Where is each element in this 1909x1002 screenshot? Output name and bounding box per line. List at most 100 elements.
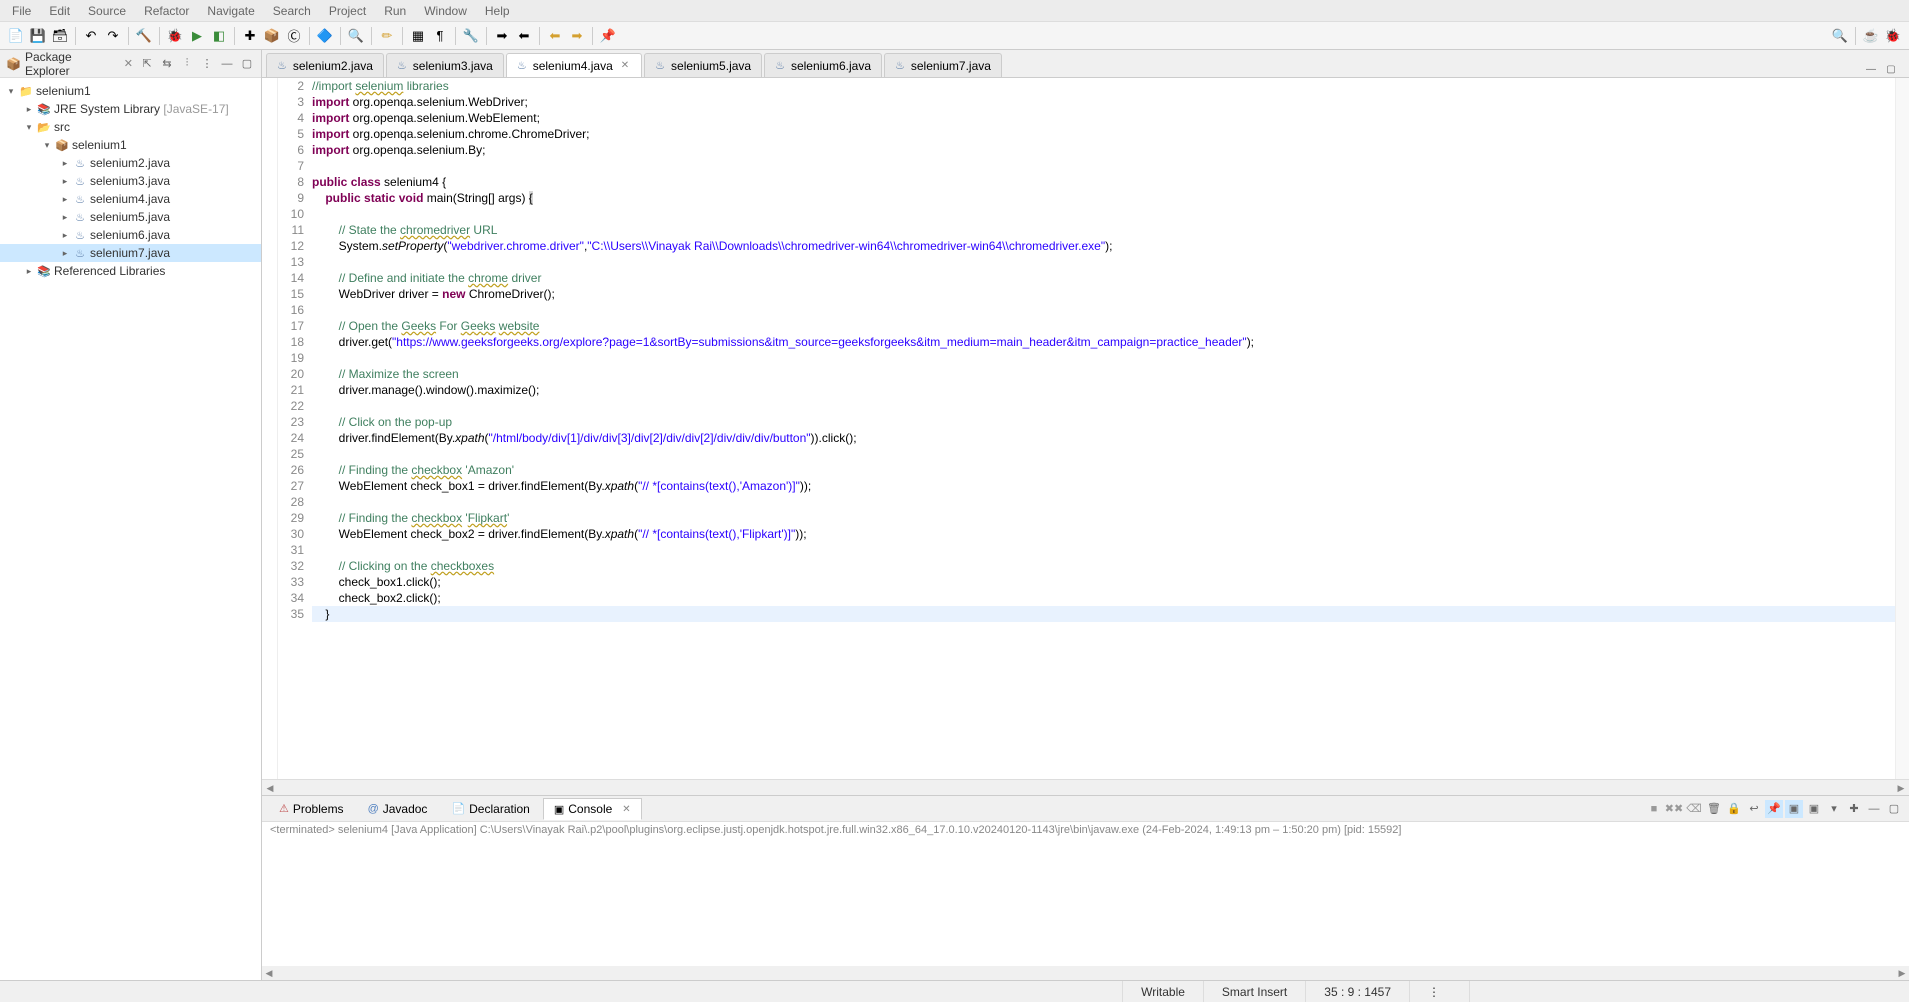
- console-hscroll[interactable]: ◀▶: [262, 966, 1909, 980]
- tree-file[interactable]: ▸♨ selenium5.java: [0, 208, 261, 226]
- minimize-icon[interactable]: —: [219, 56, 235, 72]
- remove-all-icon[interactable]: ⌫: [1685, 800, 1703, 818]
- menu-bar: File Edit Source Refactor Navigate Searc…: [0, 0, 1909, 22]
- package-explorer-title: 📦Package Explorer ✕: [6, 50, 135, 78]
- new-class-icon[interactable]: Ⓒ: [284, 26, 304, 46]
- maximize-icon[interactable]: ▢: [239, 56, 255, 72]
- close-icon[interactable]: ✕: [616, 804, 630, 815]
- bottom-panel: ⚠Problems @Javadoc 📄Declaration ▣Console…: [262, 795, 1909, 980]
- close-icon[interactable]: ✕: [619, 60, 631, 71]
- tab-selenium6[interactable]: ♨selenium6.java: [764, 53, 882, 77]
- tool-icon[interactable]: 🔧: [461, 26, 481, 46]
- view-menu-icon[interactable]: ⋮: [199, 56, 215, 72]
- overview-ruler[interactable]: [1895, 78, 1909, 779]
- project-tree[interactable]: ▾📁 selenium1 ▸📚 JRE System Library [Java…: [0, 78, 261, 980]
- next-annotation-icon[interactable]: ➡: [492, 26, 512, 46]
- remove-launch-icon[interactable]: ✖✖: [1665, 800, 1683, 818]
- open-type-icon[interactable]: 🔷: [315, 26, 335, 46]
- build-icon[interactable]: 🔨: [134, 26, 154, 46]
- tab-problems[interactable]: ⚠Problems: [268, 798, 355, 820]
- menu-navigate[interactable]: Navigate: [199, 2, 262, 20]
- toggle-block-icon[interactable]: ▦: [408, 26, 428, 46]
- tab-console[interactable]: ▣Console✕: [543, 798, 642, 820]
- save-icon[interactable]: 💾: [28, 26, 48, 46]
- menu-project[interactable]: Project: [321, 2, 374, 20]
- tree-src[interactable]: ▾📂 src: [0, 118, 261, 136]
- tab-selenium2[interactable]: ♨selenium2.java: [266, 53, 384, 77]
- menu-run[interactable]: Run: [376, 2, 414, 20]
- tree-jre-lib[interactable]: ▸📚 JRE System Library [JavaSE-17]: [0, 100, 261, 118]
- open-console-icon[interactable]: ▾: [1825, 800, 1843, 818]
- tree-file[interactable]: ▸♨ selenium2.java: [0, 154, 261, 172]
- tree-project[interactable]: ▾📁 selenium1: [0, 82, 261, 100]
- tab-selenium7[interactable]: ♨selenium7.java: [884, 53, 1002, 77]
- tree-ref-libs[interactable]: ▸📚 Referenced Libraries: [0, 262, 261, 280]
- save-all-icon[interactable]: 🗃: [50, 26, 70, 46]
- editor-tabs: ♨selenium2.java ♨selenium3.java ♨seleniu…: [262, 50, 1909, 78]
- new-console-icon[interactable]: ✚: [1845, 800, 1863, 818]
- pin-console-icon[interactable]: 📌: [1765, 800, 1783, 818]
- clear-console-icon[interactable]: 🗑: [1705, 800, 1723, 818]
- status-cursor-pos: 35 : 9 : 1457: [1305, 981, 1409, 1002]
- new-java-icon[interactable]: ✚: [240, 26, 260, 46]
- tab-selenium5[interactable]: ♨selenium5.java: [644, 53, 762, 77]
- menu-window[interactable]: Window: [416, 2, 475, 20]
- quick-access-icon[interactable]: 🔍: [1830, 26, 1850, 46]
- new-package-icon[interactable]: 📦: [262, 26, 282, 46]
- coverage-icon[interactable]: ◧: [209, 26, 229, 46]
- search-icon[interactable]: 🔍: [346, 26, 366, 46]
- terminate-icon[interactable]: ■: [1645, 800, 1663, 818]
- tree-file[interactable]: ▸♨ selenium4.java: [0, 190, 261, 208]
- console-header: <terminated> selenium4 [Java Application…: [262, 822, 1909, 838]
- debug-icon[interactable]: 🐞: [165, 26, 185, 46]
- editor-hscroll[interactable]: ◀ ▶: [262, 779, 1909, 795]
- run-icon[interactable]: ▶: [187, 26, 207, 46]
- toggle-mark-icon[interactable]: ✏: [377, 26, 397, 46]
- menu-refactor[interactable]: Refactor: [136, 2, 197, 20]
- collapse-all-icon[interactable]: ⇱: [139, 56, 155, 72]
- perspective-debug-icon[interactable]: 🐞: [1883, 26, 1903, 46]
- scroll-lock-icon[interactable]: 🔒: [1725, 800, 1743, 818]
- menu-help[interactable]: Help: [477, 2, 518, 20]
- show-console-icon[interactable]: ▣: [1785, 800, 1803, 818]
- filter-icon[interactable]: ⫶: [179, 56, 195, 72]
- menu-edit[interactable]: Edit: [41, 2, 78, 20]
- word-wrap-icon[interactable]: ↩: [1745, 800, 1763, 818]
- forward-icon[interactable]: ➡: [567, 26, 587, 46]
- menu-search[interactable]: Search: [265, 2, 319, 20]
- tree-package[interactable]: ▾📦 selenium1: [0, 136, 261, 154]
- main-toolbar: 📄 💾 🗃 ↶ ↷ 🔨 🐞 ▶ ◧ ✚ 📦 Ⓒ 🔷 🔍 ✏ ▦ ¶ 🔧 ➡ ⬅ …: [0, 22, 1909, 50]
- menu-file[interactable]: File: [4, 2, 39, 20]
- menu-source[interactable]: Source: [80, 2, 134, 20]
- package-explorer: 📦Package Explorer ✕ ⇱ ⇆ ⫶ ⋮ — ▢ ▾📁 selen…: [0, 50, 262, 980]
- line-gutter: 2345678910111213141516171819202122232425…: [278, 78, 308, 779]
- perspective-java-icon[interactable]: ☕: [1861, 26, 1881, 46]
- maximize-icon[interactable]: ▢: [1883, 61, 1899, 77]
- tab-declaration[interactable]: 📄Declaration: [440, 798, 540, 820]
- minimize-icon[interactable]: —: [1863, 61, 1879, 77]
- pin-icon[interactable]: 📌: [598, 26, 618, 46]
- tree-file[interactable]: ▸♨ selenium6.java: [0, 226, 261, 244]
- back-icon[interactable]: ⬅: [545, 26, 565, 46]
- tab-javadoc[interactable]: @Javadoc: [357, 798, 439, 820]
- tab-selenium3[interactable]: ♨selenium3.java: [386, 53, 504, 77]
- tree-file[interactable]: ▸♨ selenium7.java: [0, 244, 261, 262]
- console-output[interactable]: [262, 838, 1909, 966]
- min-icon[interactable]: —: [1865, 800, 1883, 818]
- link-editor-icon[interactable]: ⇆: [159, 56, 175, 72]
- close-icon[interactable]: ✕: [122, 57, 135, 70]
- prev-annotation-icon[interactable]: ⬅: [514, 26, 534, 46]
- show-whitespace-icon[interactable]: ¶: [430, 26, 450, 46]
- code-editor[interactable]: 2345678910111213141516171819202122232425…: [262, 78, 1909, 779]
- max-icon[interactable]: ▢: [1885, 800, 1903, 818]
- tab-selenium4[interactable]: ♨selenium4.java✕: [506, 53, 642, 77]
- status-insert-mode: Smart Insert: [1203, 981, 1305, 1002]
- redo-icon[interactable]: ↷: [103, 26, 123, 46]
- tree-file[interactable]: ▸♨ selenium3.java: [0, 172, 261, 190]
- status-separator: ⋮: [1409, 981, 1469, 1002]
- scroll-right-icon[interactable]: ▶: [1893, 780, 1909, 795]
- new-icon[interactable]: 📄: [6, 26, 26, 46]
- display-selected-icon[interactable]: ▣: [1805, 800, 1823, 818]
- undo-icon[interactable]: ↶: [81, 26, 101, 46]
- scroll-left-icon[interactable]: ◀: [262, 780, 278, 795]
